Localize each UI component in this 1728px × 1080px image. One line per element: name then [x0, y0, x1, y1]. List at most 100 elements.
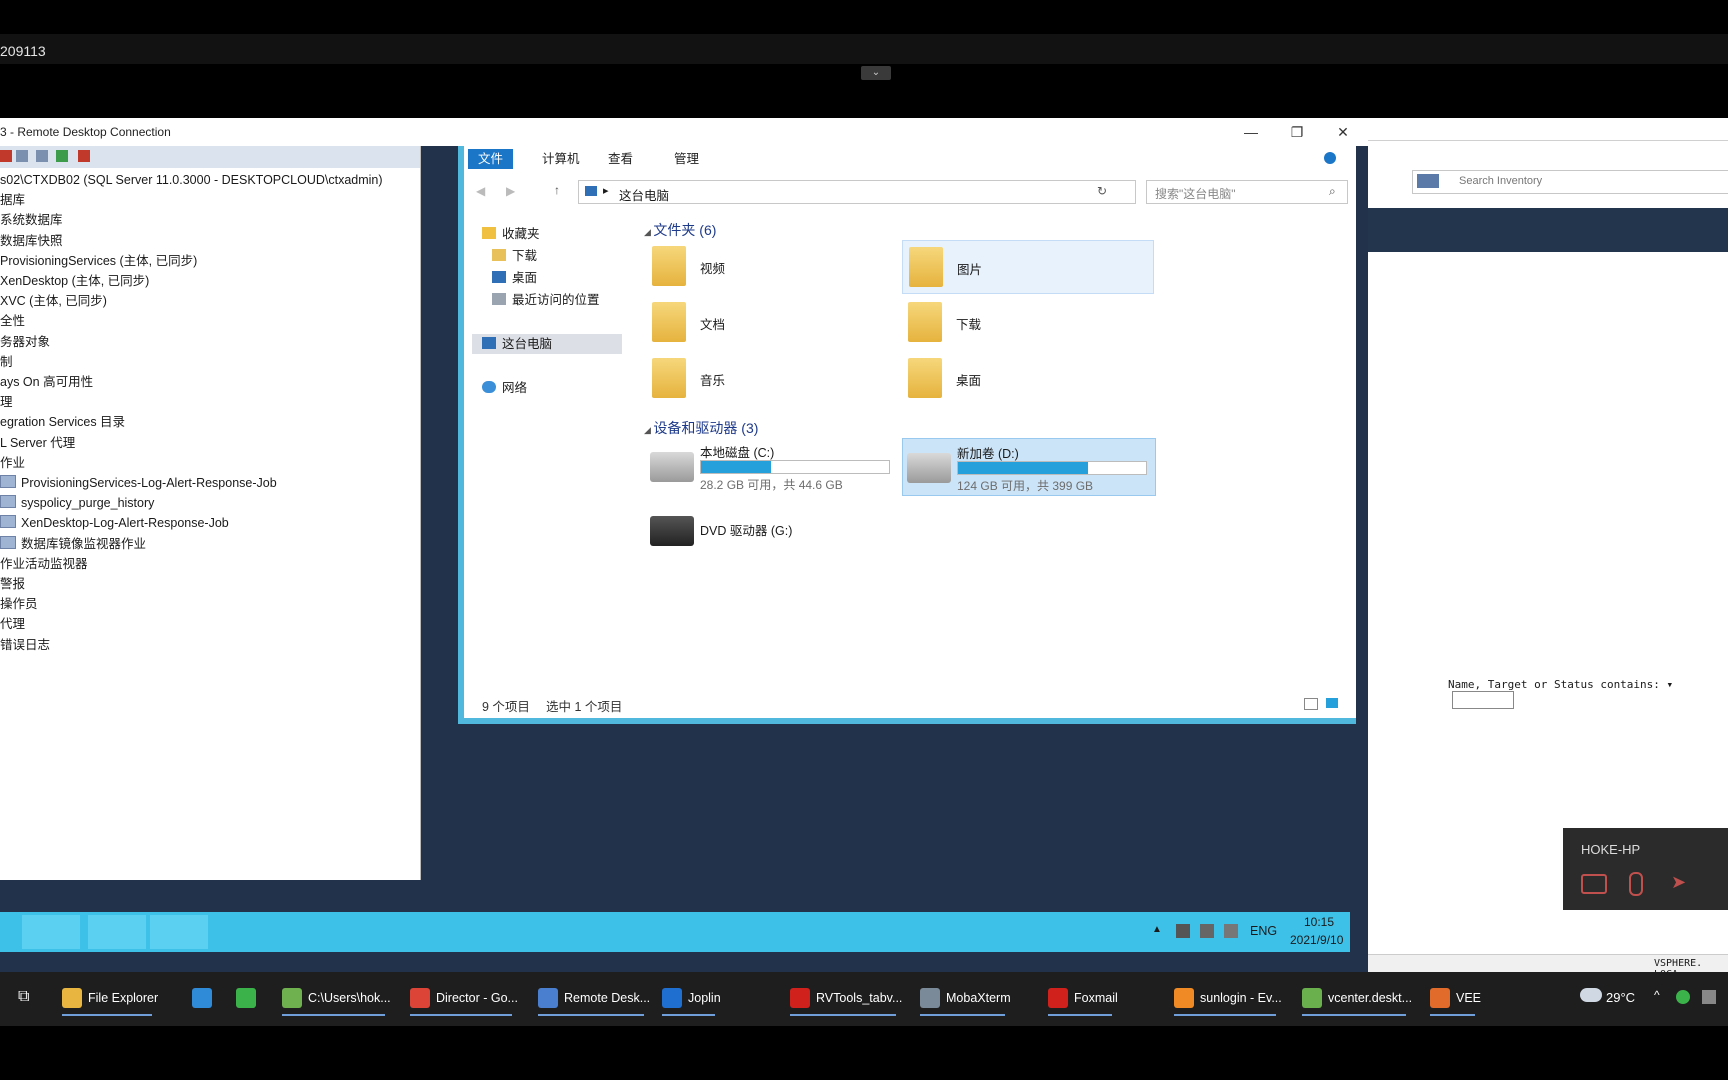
tree-node[interactable]: 制: [0, 352, 13, 372]
file-explorer-icon[interactable]: [88, 915, 146, 949]
flag-icon[interactable]: [1200, 924, 1214, 938]
pen-icon[interactable]: [1702, 990, 1716, 1004]
folder-item[interactable]: 下载: [902, 296, 1152, 348]
taskbar-app[interactable]: [236, 980, 262, 1016]
taskbar-app[interactable]: sunlogin - Ev...: [1174, 980, 1282, 1016]
job-node[interactable]: ProvisioningServices-Log-Alert-Response-…: [0, 473, 277, 493]
filter-icon[interactable]: [36, 150, 48, 162]
group-header-devices[interactable]: ◢ 设备和驱动器 (3): [644, 418, 758, 438]
help-icon[interactable]: [1324, 152, 1336, 164]
tree-node[interactable]: 作业: [0, 453, 25, 473]
taskbar-app[interactable]: MobaXterm: [920, 980, 1011, 1016]
refresh-icon[interactable]: [56, 150, 68, 162]
pointer-icon[interactable]: ➤: [1671, 872, 1686, 893]
taskbar-app[interactable]: Remote Desk...: [538, 980, 650, 1016]
taskbar-app[interactable]: Foxmail: [1048, 980, 1118, 1016]
search-input[interactable]: 搜索"这台电脑" ⌕: [1146, 180, 1348, 204]
tree-node[interactable]: 系统数据库: [0, 210, 63, 230]
folder-item-selected[interactable]: 图片: [902, 240, 1154, 294]
taskbar-app[interactable]: File Explorer: [62, 980, 158, 1016]
tab-computer[interactable]: 计算机: [532, 149, 590, 169]
tree-node[interactable]: 警报: [0, 574, 25, 594]
job-node[interactable]: 数据库镜像监视器作业: [0, 534, 146, 554]
nav-favorites[interactable]: 收藏夹: [482, 224, 540, 244]
chat-icon[interactable]: [1581, 874, 1607, 894]
job-node[interactable]: syspolicy_purge_history: [0, 493, 154, 513]
weather-temp[interactable]: 29°C: [1606, 990, 1635, 1005]
address-input[interactable]: ▸ 这台电脑 ↻: [578, 180, 1136, 204]
taskbar-app[interactable]: vcenter.deskt...: [1302, 980, 1412, 1016]
forward-icon[interactable]: ▶: [506, 184, 515, 198]
nav-this-pc[interactable]: 这台电脑: [472, 334, 622, 354]
tree-node[interactable]: XVC (主体, 已同步): [0, 291, 107, 311]
back-icon[interactable]: ◀: [476, 184, 485, 198]
server-manager-icon[interactable]: [150, 915, 208, 949]
nav-network[interactable]: 网络: [482, 378, 527, 398]
taskbar-app[interactable]: Director - Go...: [410, 980, 518, 1016]
taskbar-app[interactable]: Joplin: [662, 980, 721, 1016]
tree-node[interactable]: L Server 代理: [0, 433, 75, 453]
job-node[interactable]: XenDesktop-Log-Alert-Response-Job: [0, 513, 229, 533]
tree-node[interactable]: 据库: [0, 190, 25, 210]
taskbar-app[interactable]: RVTools_tabv...: [790, 980, 902, 1016]
restore-button[interactable]: ❐: [1282, 122, 1312, 142]
summary-icon[interactable]: [78, 150, 90, 162]
folder-item[interactable]: 桌面: [902, 352, 1152, 404]
tray-time[interactable]: 10:15: [1304, 915, 1334, 929]
tree-node[interactable]: 代理: [0, 614, 25, 634]
weather-icon[interactable]: [1580, 988, 1602, 1002]
folder-item[interactable]: 文档: [646, 296, 896, 348]
minimize-button[interactable]: —: [1236, 122, 1266, 142]
chevron-down-icon[interactable]: ⌄: [861, 66, 891, 80]
nav-downloads[interactable]: 下载: [492, 246, 537, 266]
breadcrumb-arrow-icon[interactable]: ▸: [603, 184, 609, 197]
filter-input[interactable]: [1452, 691, 1514, 709]
tree-node[interactable]: ProvisioningServices (主体, 已同步): [0, 251, 197, 271]
wechat-tray-icon[interactable]: [1676, 990, 1690, 1004]
refresh-icon[interactable]: ↻: [1097, 184, 1107, 198]
tree-node[interactable]: 操作员: [0, 594, 38, 614]
tab-file[interactable]: 文件: [468, 149, 514, 169]
tree-node[interactable]: 务器对象: [0, 332, 50, 352]
drive-item-selected[interactable]: 新加卷 (D:) 124 GB 可用，共 399 GB: [902, 438, 1156, 496]
tree-node[interactable]: 错误日志: [0, 635, 50, 655]
tray-date[interactable]: 2021/9/10: [1290, 933, 1343, 947]
close-button[interactable]: ✕: [1328, 122, 1358, 142]
tree-node[interactable]: 理: [0, 392, 13, 412]
up-icon[interactable]: ↑: [554, 183, 560, 197]
tab-view[interactable]: 查看: [598, 149, 643, 169]
group-header-folders[interactable]: ◢ 文件夹 (6): [644, 220, 716, 240]
drive-item[interactable]: 本地磁盘 (C:) 28.2 GB 可用，共 44.6 GB: [646, 438, 898, 494]
tree-node[interactable]: ays On 高可用性: [0, 372, 93, 392]
folder-item[interactable]: 视频: [646, 240, 896, 292]
tray-chevron-icon[interactable]: ▲: [1152, 924, 1162, 935]
downloads-folder-icon: [908, 302, 942, 342]
taskbar-app[interactable]: [192, 980, 218, 1016]
tree-node[interactable]: s02\CTXDB02 (SQL Server 11.0.3000 - DESK…: [0, 170, 383, 190]
tab-manage[interactable]: 管理: [664, 149, 709, 169]
taskbar-app[interactable]: VEE: [1430, 980, 1481, 1016]
powershell-icon[interactable]: [22, 915, 80, 949]
tree-node[interactable]: 作业活动监视器: [0, 554, 88, 574]
tree-node[interactable]: XenDesktop (主体, 已同步): [0, 271, 149, 291]
language-indicator[interactable]: ENG: [1250, 924, 1277, 938]
task-view-icon[interactable]: ⧉: [18, 988, 29, 1006]
nav-recent[interactable]: 最近访问的位置: [492, 290, 600, 310]
inventory-search-input[interactable]: Search Inventory: [1412, 170, 1728, 194]
volume-icon[interactable]: [1176, 924, 1190, 938]
tree-node[interactable]: 全性: [0, 311, 25, 331]
microphone-icon[interactable]: [1629, 872, 1643, 896]
taskbar-app[interactable]: C:\Users\hok...: [282, 980, 391, 1016]
tree-node[interactable]: 数据库快照: [0, 231, 63, 251]
task-filter[interactable]: Name, Target or Status contains: ▾: [1448, 678, 1728, 709]
stop-icon[interactable]: [16, 150, 28, 162]
network-icon[interactable]: [1224, 924, 1238, 938]
folder-item[interactable]: 音乐: [646, 352, 896, 404]
tiles-view-icon[interactable]: [1326, 698, 1338, 708]
tray-chevron-icon[interactable]: ^: [1654, 988, 1660, 1002]
disconnect-icon[interactable]: [0, 150, 12, 162]
details-view-icon[interactable]: [1304, 698, 1318, 710]
dvd-drive-item[interactable]: DVD 驱动器 (G:): [646, 502, 898, 558]
tree-node[interactable]: egration Services 目录: [0, 412, 125, 432]
nav-desktop[interactable]: 桌面: [492, 268, 537, 288]
